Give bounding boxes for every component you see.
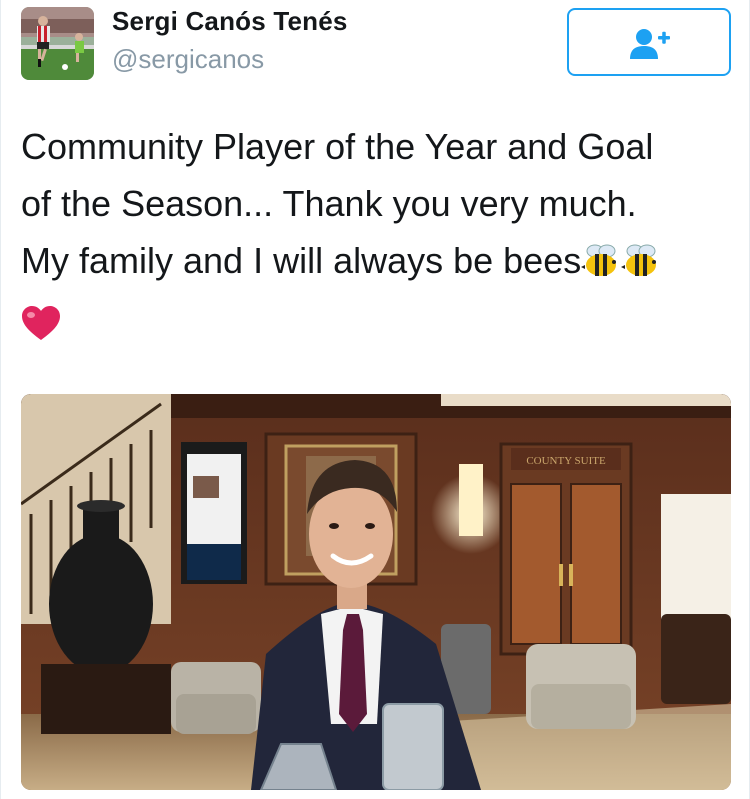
red-heart-icon <box>21 301 61 358</box>
hotel-lobby-photo: COUNTY SUITE <box>21 394 731 790</box>
tweet-text-line-3-text: My family and I will always be bees <box>21 240 582 281</box>
bee-icon <box>581 238 621 295</box>
add-user-icon <box>630 29 670 59</box>
tweet-text: Community Player of the Year and Goal of… <box>21 118 731 358</box>
avatar-photo-icon <box>21 7 94 80</box>
tweet-text-line-1: Community Player of the Year and Goal <box>21 126 654 167</box>
sign-text: COUNTY SUITE <box>526 455 606 467</box>
tweet-media-photo[interactable]: COUNTY SUITE <box>21 394 731 790</box>
user-handle[interactable]: @sergicanos <box>112 44 264 75</box>
user-avatar[interactable] <box>21 7 94 80</box>
bee-icon <box>621 238 661 295</box>
tweet-text-line-2: of the Season... Thank you very much. <box>21 183 637 224</box>
user-display-name[interactable]: Sergi Canós Tenés <box>112 6 348 37</box>
follow-button[interactable] <box>567 8 731 76</box>
tweet-text-line-4 <box>21 295 731 358</box>
tweet-card: Sergi Canós Tenés @sergicanos Community … <box>0 0 750 799</box>
tweet-text-line-3: My family and I will always be bees <box>21 232 731 295</box>
